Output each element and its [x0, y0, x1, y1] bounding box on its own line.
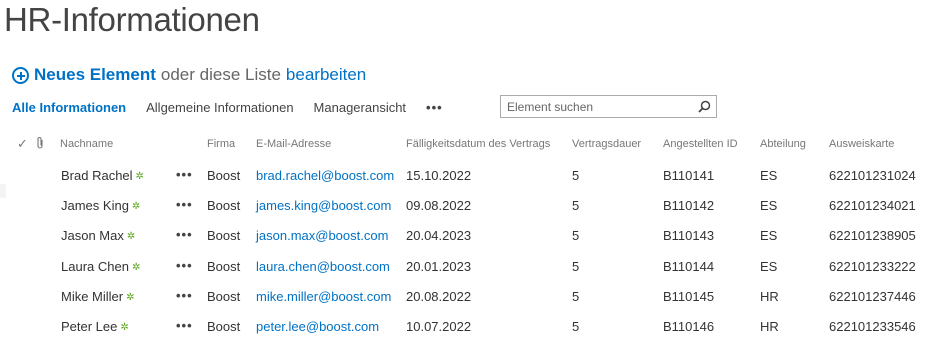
table-row[interactable]: Laura Chen ✲ ••• Boost laura.chen@boost.c… — [0, 252, 926, 282]
email-link[interactable]: james.king@boost.com — [256, 198, 391, 213]
column-header-employee-id[interactable]: Angestellten ID — [663, 138, 738, 154]
company-cell: Boost — [207, 319, 241, 334]
email-link[interactable]: laura.chen@boost.com — [256, 259, 390, 274]
company-cell: Boost — [207, 228, 241, 243]
duration-cell: 5 — [572, 168, 580, 183]
department-cell: HR — [760, 289, 779, 304]
view-tab-manager[interactable]: Manageransicht — [314, 100, 407, 115]
row-more-button[interactable]: ••• — [176, 258, 193, 273]
more-views-button[interactable]: ••• — [426, 100, 443, 115]
name-link[interactable]: Peter Lee — [61, 319, 117, 334]
employee-id-cell: B110146 — [663, 319, 715, 334]
search-input[interactable] — [501, 99, 694, 114]
name-cell[interactable]: Brad Rachel ✲ — [61, 168, 144, 183]
column-header-name[interactable]: Nachname — [60, 138, 113, 154]
duration-cell: 5 — [572, 198, 580, 213]
company-cell: Boost — [207, 289, 241, 304]
duration-cell: 5 — [572, 259, 580, 274]
column-header-department[interactable]: Abteilung — [760, 138, 806, 154]
name-cell[interactable]: James King ✲ — [61, 198, 140, 213]
view-selector: Alle Informationen Allgemeine Informatio… — [12, 98, 443, 116]
due-date-cell: 20.04.2023 — [406, 228, 472, 243]
company-cell: Boost — [207, 168, 241, 183]
new-item-icon: ✲ — [131, 262, 141, 273]
column-header-email[interactable]: E-Mail-Adresse — [256, 138, 331, 154]
name-link[interactable]: Mike Miller — [61, 289, 123, 304]
due-date-cell: 20.08.2022 — [406, 289, 472, 304]
email-link[interactable]: peter.lee@boost.com — [256, 319, 379, 334]
name-link[interactable]: Brad Rachel — [61, 168, 133, 183]
due-date-cell: 20.01.2023 — [406, 259, 472, 274]
company-cell: Boost — [207, 259, 241, 274]
add-circle-icon[interactable] — [12, 66, 29, 84]
row-more-button[interactable]: ••• — [176, 197, 193, 212]
new-item-connector-text: oder diese Liste — [160, 65, 281, 84]
table-row[interactable]: Peter Lee ✲ ••• Boost peter.lee@boost.com… — [0, 312, 926, 342]
name-cell[interactable]: Peter Lee ✲ — [61, 319, 129, 334]
email-link[interactable]: mike.miller@boost.com — [256, 289, 391, 304]
employee-id-cell: B110141 — [663, 168, 715, 183]
row-more-button[interactable]: ••• — [176, 227, 193, 242]
due-date-cell: 10.07.2022 — [406, 319, 472, 334]
badge-cell: 622101231024 — [829, 168, 916, 183]
row-more-button[interactable]: ••• — [176, 288, 193, 303]
name-cell[interactable]: Mike Miller ✲ — [61, 289, 135, 304]
select-all-checkmark-icon[interactable]: ✓ — [17, 136, 28, 152]
duration-cell: 5 — [572, 289, 580, 304]
attachment-icon — [35, 136, 45, 155]
email-link[interactable]: jason.max@boost.com — [256, 228, 388, 243]
new-item-bar: Neues Element oder diese Liste bearbeite… — [12, 63, 366, 87]
table-row[interactable]: Brad Rachel ✲ ••• Boost brad.rachel@boost… — [0, 161, 926, 191]
new-item-button[interactable]: Neues Element — [34, 65, 156, 85]
badge-cell: 622101237446 — [829, 289, 916, 304]
column-header-company[interactable]: Firma — [207, 138, 235, 154]
new-item-icon: ✲ — [126, 231, 136, 242]
duration-cell: 5 — [572, 228, 580, 243]
department-cell: ES — [760, 168, 778, 183]
new-item-icon: ✲ — [120, 322, 129, 333]
name-link[interactable]: James King — [61, 198, 129, 213]
new-item-icon: ✲ — [131, 201, 141, 212]
name-link[interactable]: Laura Chen — [61, 259, 129, 274]
row-more-button[interactable]: ••• — [176, 167, 193, 182]
name-link[interactable]: Jason Max — [61, 228, 124, 243]
department-cell: ES — [760, 198, 778, 213]
company-cell: Boost — [207, 198, 241, 213]
column-header-duration[interactable]: Vertragsdauer — [572, 138, 641, 154]
new-item-icon: ✲ — [126, 292, 135, 303]
row-more-button[interactable]: ••• — [176, 318, 193, 333]
badge-cell: 622101233546 — [829, 319, 916, 334]
search-icon[interactable] — [694, 96, 716, 117]
department-cell: HR — [760, 319, 779, 334]
edit-list-link[interactable]: bearbeiten — [286, 65, 366, 85]
new-item-icon: ✲ — [135, 171, 144, 182]
table-row[interactable]: Mike Miller ✲ ••• Boost mike.miller@boost… — [0, 282, 926, 312]
department-cell: ES — [760, 259, 778, 274]
column-header-due-date[interactable]: Fälligkeitsdatum des Vertrags — [406, 138, 550, 154]
employee-id-cell: B110144 — [663, 259, 715, 274]
table-row[interactable]: James King ✲ ••• Boost james.king@boost.c… — [0, 191, 926, 221]
badge-cell: 622101233222 — [829, 259, 916, 274]
column-header-badge[interactable]: Ausweiskarte — [829, 138, 894, 154]
table-row[interactable]: Jason Max ✲ ••• Boost jason.max@boost.com… — [0, 221, 926, 251]
due-date-cell: 09.08.2022 — [406, 198, 472, 213]
employee-id-cell: B110143 — [663, 228, 715, 243]
view-tab-general[interactable]: Allgemeine Informationen — [146, 100, 293, 115]
department-cell: ES — [760, 228, 778, 243]
due-date-cell: 15.10.2022 — [406, 168, 472, 183]
view-tab-all[interactable]: Alle Informationen — [12, 100, 126, 115]
employee-id-cell: B110142 — [663, 198, 715, 213]
badge-cell: 622101238905 — [829, 228, 916, 243]
email-link[interactable]: brad.rachel@boost.com — [256, 168, 394, 183]
badge-cell: 622101234021 — [829, 198, 916, 213]
employee-id-cell: B110145 — [663, 289, 715, 304]
page-title: HR-Informationen — [4, 1, 260, 38]
duration-cell: 5 — [572, 319, 580, 334]
name-cell[interactable]: Laura Chen ✲ — [61, 259, 140, 274]
name-cell[interactable]: Jason Max ✲ — [61, 228, 135, 243]
search-box — [500, 95, 717, 118]
